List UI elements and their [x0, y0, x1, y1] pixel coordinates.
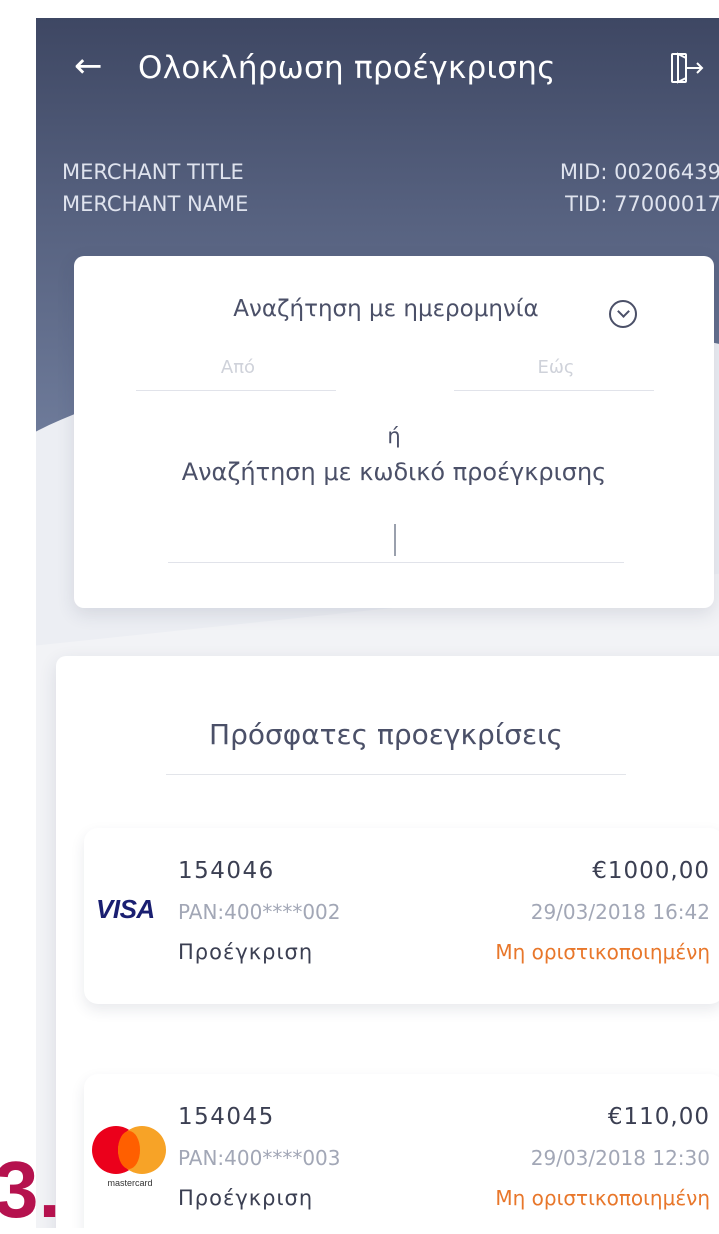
date-from-input[interactable] — [136, 356, 340, 379]
status-badge: Μη οριστικοποιημένη — [495, 940, 710, 964]
search-card: Αναζήτηση με ημερομηνία ή Αναζήτηση με κ… — [74, 256, 714, 608]
logout-icon[interactable] — [668, 50, 704, 90]
app-screen: ← Ολοκλήρωση προέγκρισης MERCHANT TITLE … — [36, 18, 719, 1228]
transaction-amount: €110,00 — [607, 1104, 710, 1130]
top-bar: ← Ολοκλήρωση προέγκρισης — [36, 40, 719, 100]
step-number-label: 3. — [0, 1145, 61, 1234]
date-to-input[interactable] — [454, 356, 658, 379]
terminal-info: MID: 00206439 TID: 77000017 — [560, 156, 719, 220]
transaction-code: 154046 — [178, 858, 275, 884]
transaction-item[interactable]: VISA 154046 €1000,00 PAN:400****002 29/0… — [84, 828, 719, 1004]
date-to-field[interactable] — [454, 356, 658, 391]
recent-preauths-title: Πρόσφατες προεγκρίσεις — [209, 718, 563, 751]
transaction-item[interactable]: mastercard 154045 €110,00 PAN:400****003… — [84, 1074, 719, 1228]
transaction-code: 154045 — [178, 1104, 275, 1130]
mastercard-logo-icon: mastercard — [88, 1126, 172, 1196]
page-title: Ολοκλήρωση προέγκρισης — [138, 50, 556, 86]
mastercard-wordmark: mastercard — [107, 1178, 153, 1188]
transaction-type: Προέγκριση — [178, 1186, 314, 1210]
chevron-down-circle-icon[interactable] — [609, 300, 637, 328]
merchant-name: MERCHANT NAME — [62, 192, 249, 216]
recent-preauths-card: Πρόσφατες προεγκρίσεις VISA 154046 €1000… — [56, 656, 719, 1228]
transaction-datetime: 29/03/2018 12:30 — [530, 1146, 710, 1170]
back-arrow-icon[interactable]: ← — [74, 46, 103, 86]
merchant-info: MERCHANT TITLE MERCHANT NAME — [62, 156, 248, 220]
terminal-id: TID: 77000017 — [565, 192, 719, 216]
search-by-date-label: Αναζήτηση με ημερομηνία — [233, 296, 539, 322]
text-caret — [394, 524, 396, 556]
date-from-field[interactable] — [136, 356, 340, 391]
transaction-datetime: 29/03/2018 16:42 — [530, 900, 710, 924]
or-separator: ή — [387, 424, 401, 448]
status-badge: Μη οριστικοποιημένη — [495, 1186, 710, 1210]
visa-logo-icon: VISA — [96, 894, 155, 924]
merchant-title: MERCHANT TITLE — [62, 160, 244, 184]
masked-pan: PAN:400****002 — [178, 900, 341, 924]
transaction-type: Προέγκριση — [178, 940, 314, 964]
masked-pan: PAN:400****003 — [178, 1146, 341, 1170]
preauth-code-input[interactable] — [168, 516, 624, 563]
title-divider — [166, 774, 626, 775]
transaction-amount: €1000,00 — [592, 858, 710, 884]
search-by-code-label: Αναζήτηση με κωδικό προέγκρισης — [181, 458, 607, 486]
merchant-id: MID: 00206439 — [559, 160, 719, 184]
